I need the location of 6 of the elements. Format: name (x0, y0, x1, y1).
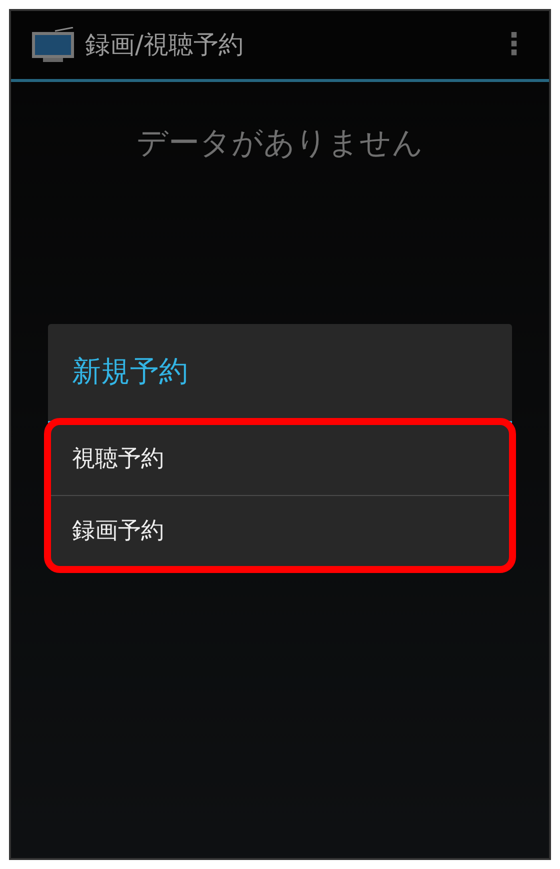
dialog-title: 新規予約 (48, 324, 512, 423)
dialog-option[interactable]: 録画予約 (48, 495, 512, 567)
empty-message: データがありません (136, 124, 424, 163)
tv-icon (31, 27, 75, 63)
dialog-option[interactable]: 視聴予約 (48, 423, 512, 495)
app-title: 録画/視聴予約 (85, 29, 244, 62)
